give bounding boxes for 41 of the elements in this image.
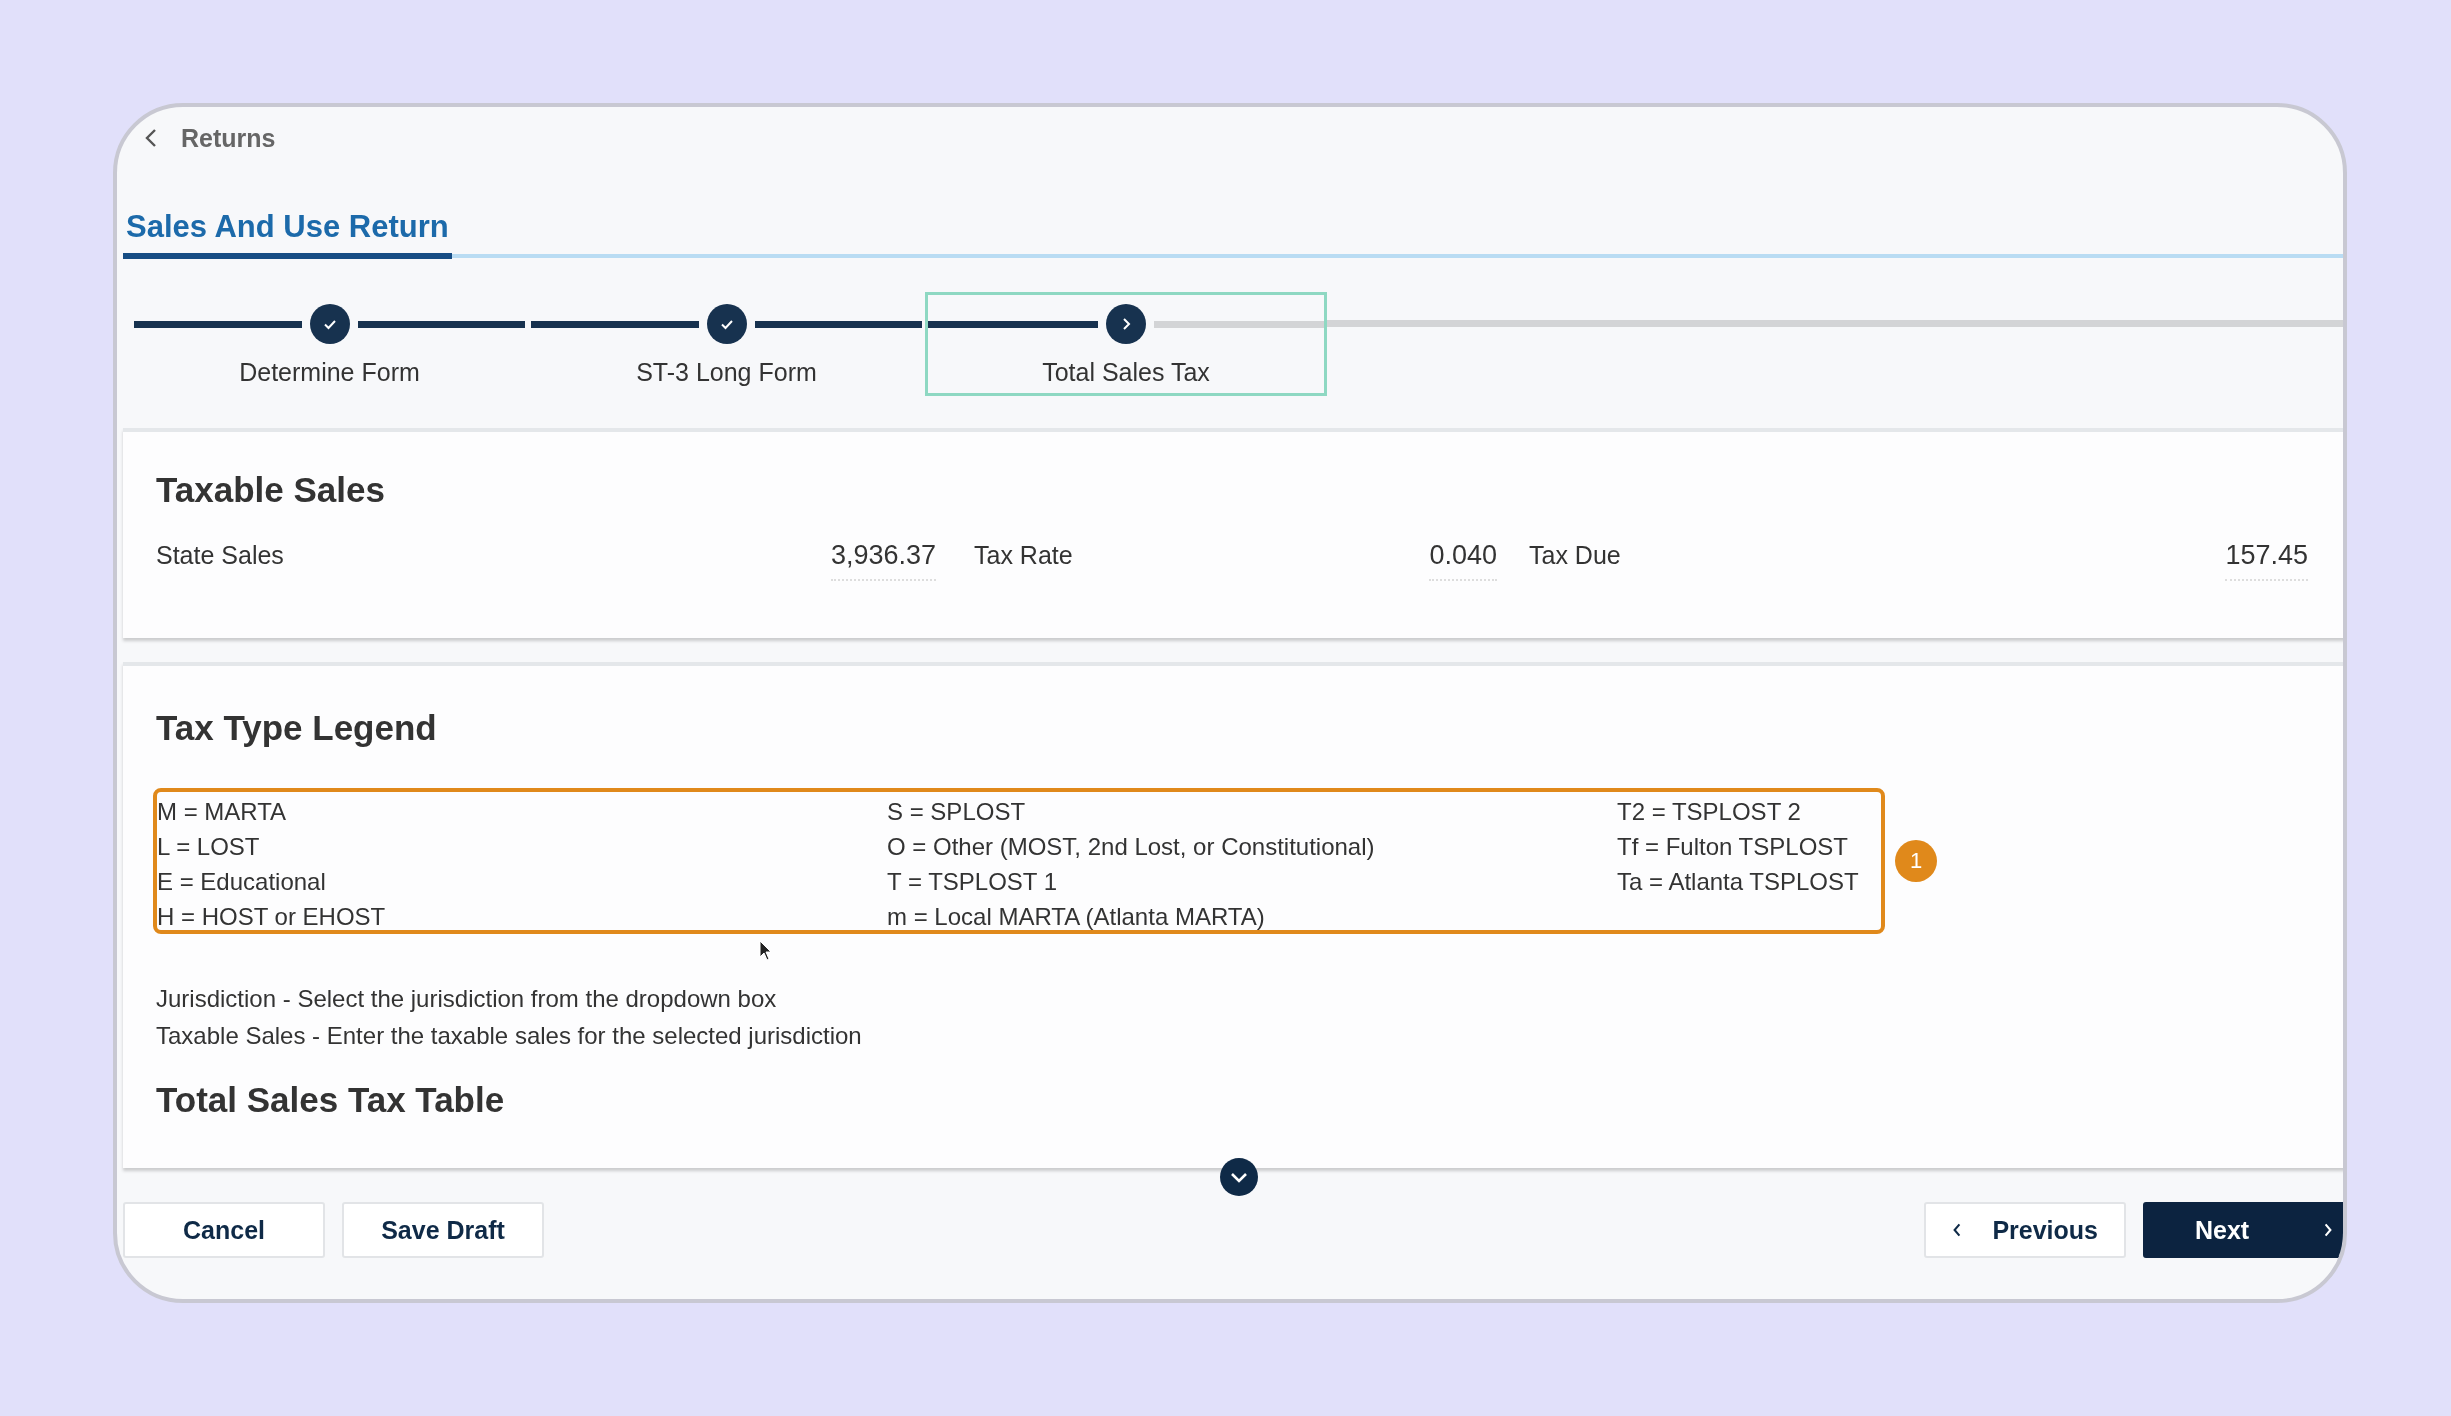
check-icon[interactable] [309, 304, 350, 344]
callout-badge: 1 [1895, 840, 1937, 882]
section-title: Taxable Sales [156, 470, 386, 510]
page-tab[interactable]: Sales And Use Return [123, 209, 452, 259]
step-label: Total Sales Tax [1042, 358, 1210, 387]
previous-button[interactable]: Previous [1924, 1202, 2126, 1258]
footer-button[interactable]: Cancel [123, 1202, 325, 1258]
step-label: ST-3 Long Form [636, 358, 817, 387]
instruction-text: Jurisdiction - Select the jurisdiction from the dropdown box [156, 984, 778, 1014]
legend-item: Tf = Fulton TSPLOST [1617, 832, 1849, 862]
section-title: Total Sales Tax Table [156, 1080, 506, 1120]
legend-item: O = Other (MOST, 2nd Lost, or Constitutional) [887, 832, 1376, 862]
step-label: Determine Form [239, 358, 420, 387]
field-value: 157.45 [2225, 540, 2308, 581]
footer-button[interactable]: Save Draft [342, 1202, 544, 1258]
legend-item: M = MARTA [157, 797, 288, 827]
chevron-right-icon[interactable] [1106, 304, 1146, 344]
field-value: 0.040 [1429, 540, 1497, 581]
field-value: 3,936.37 [830, 540, 936, 581]
legend-item: m = Local MARTA (Atlanta MARTA) [887, 902, 1266, 932]
check-icon[interactable] [706, 304, 747, 344]
current-step[interactable]: Total Sales Tax [925, 292, 1327, 396]
chevron-left-icon[interactable] [145, 128, 157, 148]
field-label: Tax Due [1529, 541, 1621, 570]
legend-item: H = HOST or EHOST [157, 902, 387, 932]
chevron-down-icon[interactable] [1220, 1158, 1258, 1196]
legend-item: T2 = TSPLOST 2 [1617, 797, 1802, 827]
legend-item: Ta = Atlanta TSPLOST [1617, 867, 1859, 897]
legend-item: E = Educational [157, 867, 327, 897]
cursor-icon [759, 940, 773, 962]
back-link[interactable]: Returns [181, 123, 276, 153]
field-label: Tax Rate [974, 541, 1073, 570]
next-button[interactable]: Next [2143, 1202, 2343, 1258]
legend-item: L = LOST [157, 832, 261, 862]
legend-item: S = SPLOST [887, 797, 1027, 827]
legend-item: T = TSPLOST 1 [887, 867, 1059, 897]
chevron-right-icon [2323, 1222, 2333, 1238]
section-title: Tax Type Legend [156, 708, 438, 748]
chevron-left-icon [1952, 1222, 1962, 1238]
field-label: State Sales [156, 541, 284, 570]
instruction-text: Taxable Sales - Enter the taxable sales for the selected jurisdiction [156, 1021, 863, 1051]
